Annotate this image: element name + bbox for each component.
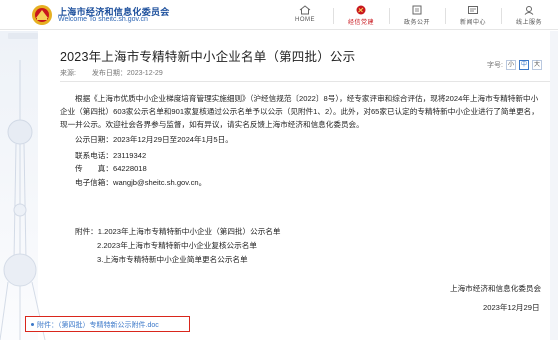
nav-label: 政务公开 <box>403 20 430 26</box>
article-title: 2023年上海市专精特新中小企业名单（第四批）公示 <box>60 50 356 64</box>
font-size-label: 字号: <box>487 62 503 69</box>
news-icon <box>468 6 478 14</box>
breadcrumb <box>8 33 38 39</box>
article-meta: 来源: 发布日期：2023-12-29 <box>60 68 177 78</box>
attachment-item-1[interactable]: 1.2023年上海市专精特新中小企业（第四批）公示名单 <box>98 227 281 236</box>
home-icon <box>299 5 311 15</box>
right-decoration <box>550 31 558 340</box>
attachment-item-2[interactable]: 2.2023年上海市专精特新中小企业复核公示名单 <box>97 240 257 251</box>
attachment-file-name[interactable]: 附件：（第四批）专精特新公示附件.doc <box>37 320 159 330</box>
font-size-large-button[interactable]: 大 <box>532 60 542 70</box>
attachment-item-3[interactable]: 3.上海市专精特新中小企业简单更名公示名单 <box>97 254 248 265</box>
title-divider <box>60 81 550 82</box>
nav-label: 新闻中心 <box>459 20 486 26</box>
site-subtitle: Welcome To sheitc.sh.gov.cn <box>58 16 148 23</box>
article-body-paragraph: 根据《上海市优质中小企业梯度培育管理实施细则》（沪经信规范〔2022〕8号），经… <box>60 94 539 129</box>
party-emblem-icon <box>356 5 366 15</box>
signature-organization: 上海市经济和信息化委员会 <box>450 284 542 293</box>
bullet-icon <box>31 323 34 326</box>
contact-email[interactable]: 电子信箱：wangjb@sheitc.sh.gov.cn。 <box>75 177 206 188</box>
publish-date: 发布日期：2023-12-29 <box>91 70 163 77</box>
nav-party-building[interactable]: 经信党建 <box>333 0 389 30</box>
nav-online-service[interactable]: 线上服务 <box>501 0 557 30</box>
government-affairs-icon <box>412 5 422 15</box>
font-size-selector: 字号: 小 中 大 <box>487 60 542 70</box>
attachment-list: 附件：1.2023年上海市专精特新中小企业（第四批）公示名单 <box>75 226 280 237</box>
font-size-medium-button[interactable]: 中 <box>519 60 529 70</box>
nav-label: 线上服务 <box>515 20 542 26</box>
article-panel: 2023年上海市专精特新中小企业名单（第四批）公示 来源: 发布日期：2023-… <box>40 34 550 334</box>
signature-date: 2023年12月29日 <box>483 303 540 312</box>
nav-home[interactable]: HOME <box>277 0 333 30</box>
contact-phone: 联系电话：23119342 <box>75 151 147 160</box>
site-header: 上海市经济和信息化委员会 Welcome To sheitc.sh.gov.cn… <box>0 0 558 30</box>
nav-label: 经信党建 <box>347 20 374 26</box>
attachments-label: 附件： <box>75 227 98 236</box>
nav-news-center[interactable]: 新闻中心 <box>445 0 501 30</box>
online-service-icon <box>524 6 534 15</box>
nav-government-affairs[interactable]: 政务公开 <box>389 0 445 30</box>
emblem-logo-icon[interactable] <box>30 4 54 26</box>
nav-label: HOME <box>295 17 315 23</box>
attachment-download-link[interactable]: 附件：（第四批）专精特新公示附件.doc <box>25 316 190 332</box>
publicity-period: 公示日期：2023年12月29日至2024年1月5日。 <box>75 135 233 144</box>
contact-fax: 传 真：64228018 <box>75 164 147 173</box>
source-label: 来源: <box>60 70 76 77</box>
font-size-small-button[interactable]: 小 <box>506 60 516 70</box>
